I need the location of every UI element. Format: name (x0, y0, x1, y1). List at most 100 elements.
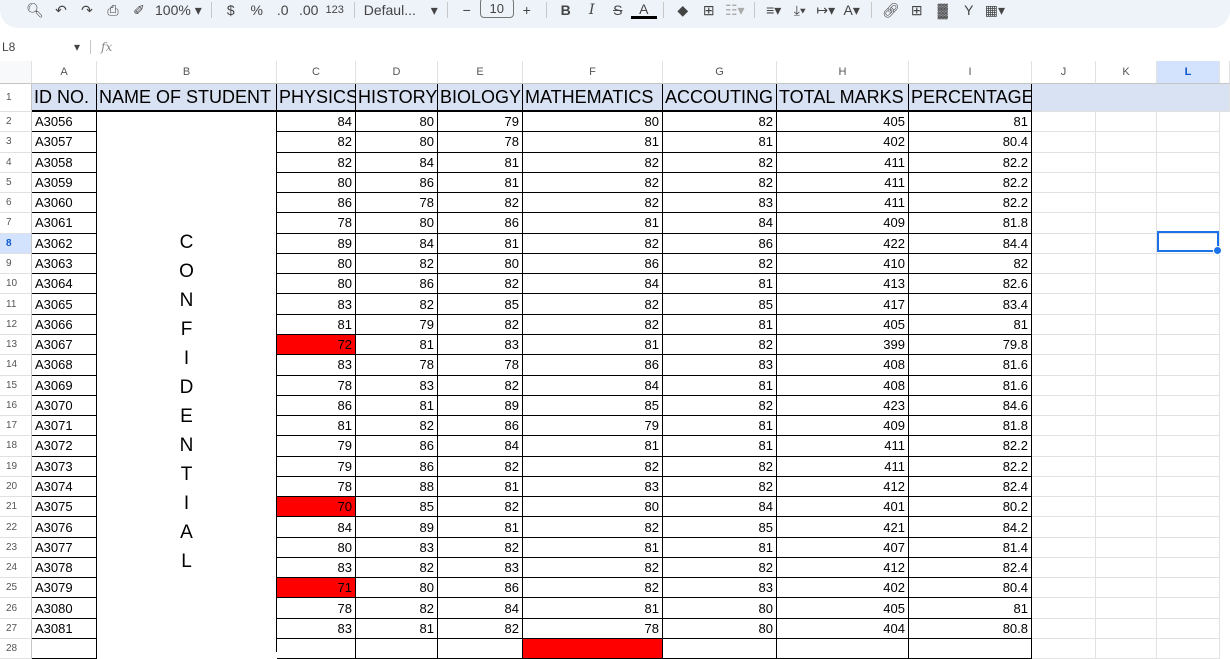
id-cell[interactable]: A3069 (32, 375, 97, 396)
score-cell-E[interactable]: 82 (438, 193, 523, 214)
score-cell-C[interactable]: 80 (277, 537, 356, 558)
empty-cell-K[interactable] (1096, 112, 1157, 133)
empty-cell-J[interactable] (1032, 355, 1096, 376)
score-cell-F[interactable]: 80 (523, 497, 663, 518)
empty-cell-L[interactable] (1157, 497, 1220, 518)
score-cell-I[interactable]: 82.2 (909, 193, 1032, 214)
score-cell-I[interactable] (909, 639, 1032, 659)
empty-cell-L[interactable] (1157, 193, 1220, 214)
score-cell-H[interactable]: 402 (777, 132, 909, 153)
id-cell[interactable]: A3061 (32, 213, 97, 234)
id-cell[interactable]: A3078 (32, 557, 97, 579)
empty-cell-L[interactable] (1157, 578, 1220, 599)
empty-cell-J[interactable] (1032, 497, 1096, 518)
score-cell-G[interactable]: 83 (663, 578, 777, 599)
score-cell-E[interactable]: 86 (438, 578, 523, 599)
empty-cell-L[interactable] (1157, 537, 1220, 558)
empty-cell-J[interactable] (1032, 598, 1096, 619)
empty-cell-K[interactable] (1096, 314, 1157, 335)
score-cell-F[interactable]: 79 (523, 416, 663, 437)
header-cell-H[interactable]: TOTAL MARKS (777, 84, 909, 112)
empty-cell-J[interactable] (1032, 112, 1096, 133)
score-cell-G[interactable]: 82 (663, 334, 777, 356)
empty-cell-K[interactable] (1096, 537, 1157, 558)
score-cell-H[interactable]: 409 (777, 213, 909, 234)
empty-cell-J[interactable] (1032, 132, 1096, 153)
score-cell-F[interactable]: 81 (523, 213, 663, 234)
empty-cell-K[interactable] (1096, 416, 1157, 437)
id-cell[interactable]: A3056 (32, 112, 97, 133)
id-cell[interactable]: A3065 (32, 294, 97, 315)
column-header-L[interactable]: L (1157, 61, 1220, 84)
empty-cell-L[interactable] (1157, 517, 1220, 538)
empty-cell-K[interactable] (1096, 598, 1157, 619)
increase-font-size-button[interactable]: + (514, 0, 540, 21)
bold-button[interactable]: B (553, 0, 579, 21)
row-header-24[interactable]: 24 (0, 557, 32, 579)
header-cell-B[interactable]: NAME OF STUDENT (97, 84, 277, 112)
score-cell-C[interactable]: 83 (277, 355, 356, 376)
score-cell-G[interactable]: 82 (663, 456, 777, 477)
score-cell-D[interactable]: 81 (356, 334, 438, 356)
empty-cell-L[interactable] (1157, 618, 1220, 640)
increase-decimal-button[interactable]: .00 (296, 0, 322, 21)
row-header-11[interactable]: 11 (0, 294, 32, 315)
id-cell[interactable]: A3070 (32, 395, 97, 417)
score-cell-D[interactable]: 81 (356, 618, 438, 640)
score-cell-D[interactable]: 86 (356, 436, 438, 457)
percent-button[interactable]: % (244, 0, 270, 21)
score-cell-H[interactable]: 407 (777, 537, 909, 558)
empty-cell-K[interactable] (1096, 639, 1157, 659)
score-cell-F[interactable]: 81 (523, 537, 663, 558)
id-cell[interactable]: A3081 (32, 618, 97, 640)
empty-cell-J[interactable] (1032, 416, 1096, 437)
id-cell[interactable]: A3062 (32, 233, 97, 254)
italic-button[interactable]: I (579, 0, 605, 21)
id-cell[interactable]: A3066 (32, 314, 97, 335)
score-cell-E[interactable]: 86 (438, 416, 523, 437)
empty-cell-K[interactable] (1096, 557, 1157, 579)
score-cell-I[interactable]: 82.6 (909, 274, 1032, 295)
row-header-28[interactable]: 28 (0, 639, 32, 659)
score-cell-F[interactable]: 82 (523, 193, 663, 214)
score-cell-F[interactable] (523, 639, 663, 659)
score-cell-H[interactable]: 411 (777, 193, 909, 214)
score-cell-G[interactable]: 81 (663, 314, 777, 335)
link-icon[interactable]: 🔗︎ (878, 0, 904, 21)
score-cell-G[interactable]: 81 (663, 416, 777, 437)
header-cell-F[interactable]: MATHEMATICS (523, 84, 663, 112)
empty-cell-L[interactable] (1157, 416, 1220, 437)
empty-cell-K[interactable] (1096, 274, 1157, 295)
score-cell-H[interactable]: 404 (777, 618, 909, 640)
score-cell-D[interactable] (356, 639, 438, 659)
score-cell-F[interactable]: 82 (523, 294, 663, 315)
row-header-8[interactable]: 8 (0, 233, 32, 254)
id-cell[interactable]: A3057 (32, 132, 97, 153)
score-cell-D[interactable]: 86 (356, 456, 438, 477)
score-cell-E[interactable]: 80 (438, 253, 523, 275)
score-cell-D[interactable]: 79 (356, 314, 438, 335)
empty-cell-K[interactable] (1096, 436, 1157, 457)
row-header-18[interactable]: 18 (0, 436, 32, 457)
score-cell-H[interactable]: 399 (777, 334, 909, 356)
row-header-7[interactable]: 7 (0, 213, 32, 234)
row-header-27[interactable]: 27 (0, 618, 32, 640)
score-cell-I[interactable]: 82.2 (909, 172, 1032, 194)
score-cell-E[interactable]: 85 (438, 294, 523, 315)
column-header-D[interactable]: D (356, 61, 438, 84)
score-cell-E[interactable]: 83 (438, 334, 523, 356)
score-cell-F[interactable]: 82 (523, 578, 663, 599)
empty-cell-J[interactable] (1032, 233, 1096, 254)
score-cell-H[interactable]: 422 (777, 233, 909, 254)
score-cell-I[interactable]: 81 (909, 598, 1032, 619)
empty-cell-K[interactable] (1096, 497, 1157, 518)
empty-cell-L[interactable] (1157, 598, 1220, 619)
id-cell[interactable]: A3060 (32, 193, 97, 214)
decrease-decimal-button[interactable]: .0 (270, 0, 296, 21)
score-cell-I[interactable]: 80.4 (909, 132, 1032, 153)
empty-cell-L[interactable] (1157, 456, 1220, 477)
empty-cell-J[interactable] (1032, 334, 1096, 356)
score-cell-G[interactable]: 81 (663, 537, 777, 558)
id-cell[interactable]: A3068 (32, 355, 97, 376)
score-cell-E[interactable]: 81 (438, 517, 523, 538)
